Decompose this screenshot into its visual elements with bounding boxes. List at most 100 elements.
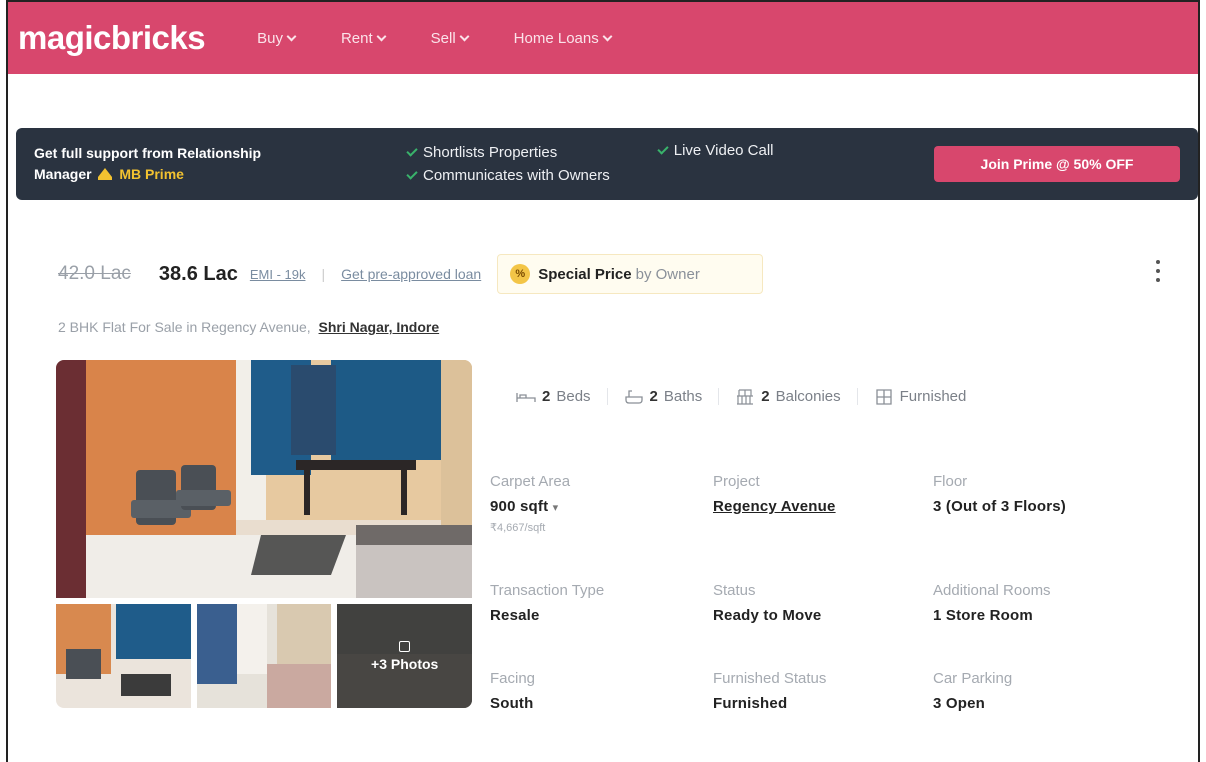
percent-icon: %	[510, 264, 531, 284]
spec-value: Resale	[490, 607, 540, 624]
carpet-area-value: 900 sqft	[490, 498, 549, 515]
magicbricks-logo[interactable]: magicbricks	[18, 19, 206, 57]
prime-features-col1: Shortlists Properties Communicates with …	[406, 144, 610, 184]
dot	[1156, 269, 1160, 273]
thumbnail-illustration	[56, 604, 191, 708]
emi-link[interactable]: EMI - 19k	[250, 267, 306, 282]
spec-furnished-status: Furnished Status Furnished	[713, 670, 826, 712]
check-icon	[406, 167, 418, 180]
nav-rent[interactable]: Rent	[340, 29, 387, 47]
check-icon	[406, 144, 418, 157]
chevron-down-icon	[602, 31, 613, 41]
photo-thumbnail[interactable]	[56, 604, 191, 708]
spec-additional-rooms: Additional Rooms 1 Store Room	[933, 582, 1051, 624]
more-photos-overlay: +3 Photos	[337, 604, 473, 708]
spec-project: Project Regency Avenue	[713, 473, 836, 515]
join-prime-button[interactable]: Join Prime @ 50% OFF	[934, 146, 1180, 182]
prime-feature-label: Communicates with Owners	[423, 167, 610, 184]
divider: |	[321, 266, 326, 282]
amenity-beds: 2 Beds	[510, 388, 608, 405]
prime-message-line1: Get full support from Relationship	[34, 145, 262, 161]
special-price-by: by Owner	[635, 265, 700, 283]
project-link[interactable]: Regency Avenue	[713, 498, 836, 515]
chevron-down-icon: ▾	[552, 502, 559, 514]
prime-feature: Live Video Call	[657, 142, 774, 159]
prime-message-line2: Manager	[34, 166, 92, 182]
amenity-label: Furnished	[899, 388, 967, 405]
chevron-down-icon	[376, 31, 387, 41]
image-icon	[399, 640, 411, 652]
spec-label: Carpet Area	[490, 473, 571, 490]
crown-icon	[98, 168, 113, 180]
photo-thumbnails: +3 Photos	[56, 604, 473, 708]
prime-feature-label: Shortlists Properties	[423, 144, 558, 161]
nav-home-loans[interactable]: Home Loans	[513, 29, 613, 47]
amenity-count: 2	[542, 388, 551, 405]
photo-thumbnail[interactable]	[196, 604, 332, 708]
current-price: 38.6 Lac	[158, 262, 238, 285]
amenity-baths: 2 Baths	[608, 388, 720, 405]
chevron-down-icon	[459, 31, 470, 41]
spec-status: Status Ready to Move	[713, 582, 821, 624]
spec-value: Ready to Move	[713, 607, 822, 624]
prime-label: MB Prime	[119, 166, 184, 182]
bed-icon	[516, 392, 536, 402]
nav-home-loans-label: Home Loans	[513, 29, 599, 47]
amenities-row: 2 Beds 2 Baths 2 Balconies Furnished	[510, 388, 982, 405]
spec-value[interactable]: 900 sqft ▾	[490, 498, 570, 515]
spec-value: 3 Open	[933, 695, 986, 712]
amenity-label: Baths	[663, 388, 703, 405]
spec-label: Floor	[933, 473, 968, 490]
special-price-badge: % Special Price by Owner	[497, 254, 764, 294]
more-photos-label: +3 Photos	[371, 655, 439, 672]
nav-sell[interactable]: Sell	[430, 29, 470, 47]
check-icon	[657, 142, 669, 155]
spec-carpet-area: Carpet Area 900 sqft ▾ ₹4,667/sqft	[490, 473, 570, 534]
prime-feature: Communicates with Owners	[406, 167, 610, 184]
balcony-icon	[737, 388, 754, 405]
old-price: 42.0 Lac	[58, 263, 131, 284]
location-link[interactable]: Shri Nagar, Indore	[319, 319, 440, 335]
prime-message: Get full support from Relationship Manag…	[34, 143, 389, 185]
dot	[1156, 278, 1160, 282]
amenity-count: 2	[761, 388, 770, 405]
amenity-label: Balconies	[775, 388, 841, 405]
main-property-photo[interactable]	[56, 360, 472, 598]
spec-label: Facing	[490, 670, 536, 687]
more-photos-thumbnail[interactable]: +3 Photos	[337, 604, 473, 708]
nav-buy-label: Buy	[257, 29, 283, 47]
spec-label: Transaction Type	[490, 582, 605, 599]
bathtub-icon	[624, 389, 643, 404]
thumbnail-illustration	[196, 604, 332, 708]
nav-sell-label: Sell	[430, 29, 456, 47]
nav-rent-label: Rent	[340, 29, 373, 47]
more-options-icon[interactable]	[1152, 260, 1164, 290]
listing-title: 2 BHK Flat For Sale in Regency Avenue, S…	[58, 319, 439, 335]
top-nav-bar: magicbricks Buy Rent Sell Home Loans	[8, 2, 1198, 74]
prime-features-col2: Live Video Call	[657, 142, 774, 159]
listing-title-text: 2 BHK Flat For Sale in Regency Avenue,	[58, 319, 311, 335]
amenity-label: Beds	[556, 388, 591, 405]
spec-label: Status	[713, 582, 756, 599]
special-price-label: Special Price	[538, 265, 632, 283]
spec-transaction-type: Transaction Type Resale	[490, 582, 604, 624]
room-photo-illustration	[56, 360, 472, 598]
wardrobe-icon	[875, 388, 892, 405]
prime-feature: Shortlists Properties	[406, 144, 610, 161]
pre-approved-loan-link[interactable]: Get pre-approved loan	[341, 266, 481, 282]
spec-value: Furnished	[713, 695, 788, 712]
spec-label: Project	[713, 473, 760, 490]
chevron-down-icon	[286, 31, 297, 41]
spec-car-parking: Car Parking 3 Open	[933, 670, 1012, 712]
nav-buy[interactable]: Buy	[257, 29, 297, 47]
page-frame: magicbricks Buy Rent Sell Home Loans Get…	[6, 0, 1200, 762]
amenity-count: 2	[649, 388, 658, 405]
prime-banner: Get full support from Relationship Manag…	[16, 128, 1198, 200]
spec-facing: Facing South	[490, 670, 535, 712]
spec-label: Additional Rooms	[933, 582, 1051, 599]
spec-value: 1 Store Room	[933, 607, 1033, 624]
spec-floor: Floor 3 (Out of 3 Floors)	[933, 473, 1066, 515]
prime-feature-label: Live Video Call	[673, 142, 774, 159]
spec-sub-value: ₹4,667/sqft	[490, 522, 546, 534]
spec-label: Car Parking	[933, 670, 1013, 687]
